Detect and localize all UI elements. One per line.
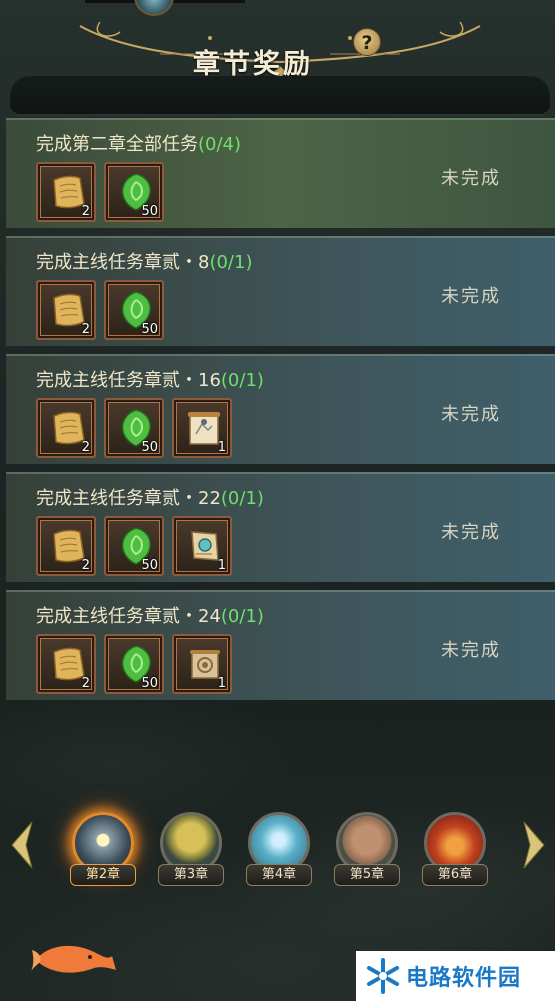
- task-row: 完成第二章全部任务(0/4) 2 50 未完成: [6, 118, 555, 228]
- chapter-label: 第5章: [334, 864, 400, 886]
- task-title: 完成主线任务章贰・22(0/1): [36, 488, 264, 509]
- task-progress: (0/1): [220, 370, 264, 391]
- task-title: 完成主线任务章贰・8(0/1): [36, 252, 253, 273]
- reward-item[interactable]: 1: [172, 516, 232, 576]
- reward-item[interactable]: 50: [104, 634, 164, 694]
- task-row: 完成主线任务章贰・8(0/1) 2 50 未完成: [6, 236, 555, 346]
- reward-count: 50: [141, 440, 158, 455]
- task-status: 未完成: [441, 404, 501, 425]
- reward-item[interactable]: 50: [104, 516, 164, 576]
- watermark: 电路软件园: [356, 951, 555, 1001]
- reward-items: 2 50 1: [36, 398, 232, 458]
- reward-items: 2 50 1: [36, 634, 232, 694]
- header-bar: [10, 76, 550, 116]
- reward-count: 2: [81, 322, 90, 337]
- task-title: 完成主线任务章贰・24(0/1): [36, 606, 264, 627]
- reward-count: 50: [141, 558, 158, 573]
- task-status: 未完成: [441, 522, 501, 543]
- task-row: 完成主线任务章贰・24(0/1) 2 50 1 未完成: [6, 590, 555, 700]
- reward-item[interactable]: 2: [36, 162, 96, 222]
- reward-count: 50: [141, 676, 158, 691]
- reward-count: 1: [217, 676, 226, 691]
- chevron-right-icon[interactable]: [522, 820, 546, 870]
- watermark-text: 电路软件园: [406, 966, 522, 991]
- reward-item[interactable]: 50: [104, 162, 164, 222]
- reward-item[interactable]: 2: [36, 516, 96, 576]
- reward-count: 2: [81, 676, 90, 691]
- reward-count: 2: [81, 440, 90, 455]
- chapter-tab-2[interactable]: 第2章: [66, 808, 140, 888]
- reward-count: 2: [81, 204, 90, 219]
- reward-items: 2 50: [36, 280, 164, 340]
- reward-count: 50: [141, 204, 158, 219]
- chapter-tab-3[interactable]: 第3章: [154, 808, 228, 888]
- task-title: 完成第二章全部任务(0/4): [36, 134, 242, 155]
- task-row: 完成主线任务章贰・16(0/1) 2 50 1 未完成: [6, 354, 555, 464]
- reward-items: 2 50: [36, 162, 164, 222]
- reward-item[interactable]: 2: [36, 398, 96, 458]
- reward-items: 2 50 1: [36, 516, 232, 576]
- task-progress: (0/1): [220, 488, 264, 509]
- task-status: 未完成: [441, 168, 501, 189]
- reward-count: 1: [217, 440, 226, 455]
- task-title: 完成主线任务章贰・16(0/1): [36, 370, 264, 391]
- title-plate: 章节奖励: [60, 18, 500, 80]
- task-progress: (0/1): [209, 252, 253, 273]
- koi-fish-icon[interactable]: [28, 930, 118, 984]
- task-progress: (0/1): [220, 606, 264, 627]
- chapter-tab-5[interactable]: 第5章: [330, 808, 404, 888]
- task-status: 未完成: [441, 286, 501, 307]
- chapter-label: 第4章: [246, 864, 312, 886]
- task-status: 未完成: [441, 640, 501, 661]
- snowflake-logo-icon: [367, 958, 399, 994]
- reward-item[interactable]: 2: [36, 280, 96, 340]
- header: 章节奖励 ?: [0, 0, 555, 116]
- chapter-selector: 第2章 第3章 第4章 第5章 第6章: [0, 800, 555, 900]
- task-row: 完成主线任务章贰・22(0/1) 2 50 1 未完成: [6, 472, 555, 582]
- help-icon[interactable]: ?: [353, 28, 381, 56]
- chevron-left-icon[interactable]: [10, 820, 34, 870]
- task-progress: (0/4): [198, 134, 242, 155]
- chapter-label: 第6章: [422, 864, 488, 886]
- reward-item[interactable]: 2: [36, 634, 96, 694]
- reward-count: 2: [81, 558, 90, 573]
- reward-count: 50: [141, 322, 158, 337]
- reward-count: 1: [217, 558, 226, 573]
- reward-item[interactable]: 1: [172, 634, 232, 694]
- chapter-label: 第3章: [158, 864, 224, 886]
- reward-item[interactable]: 50: [104, 398, 164, 458]
- reward-item[interactable]: 1: [172, 398, 232, 458]
- chapter-tab-6[interactable]: 第6章: [418, 808, 492, 888]
- chapter-tab-4[interactable]: 第4章: [242, 808, 316, 888]
- chapter-label: 第2章: [70, 864, 136, 886]
- reward-item[interactable]: 50: [104, 280, 164, 340]
- top-emblem-icon: [134, 0, 174, 16]
